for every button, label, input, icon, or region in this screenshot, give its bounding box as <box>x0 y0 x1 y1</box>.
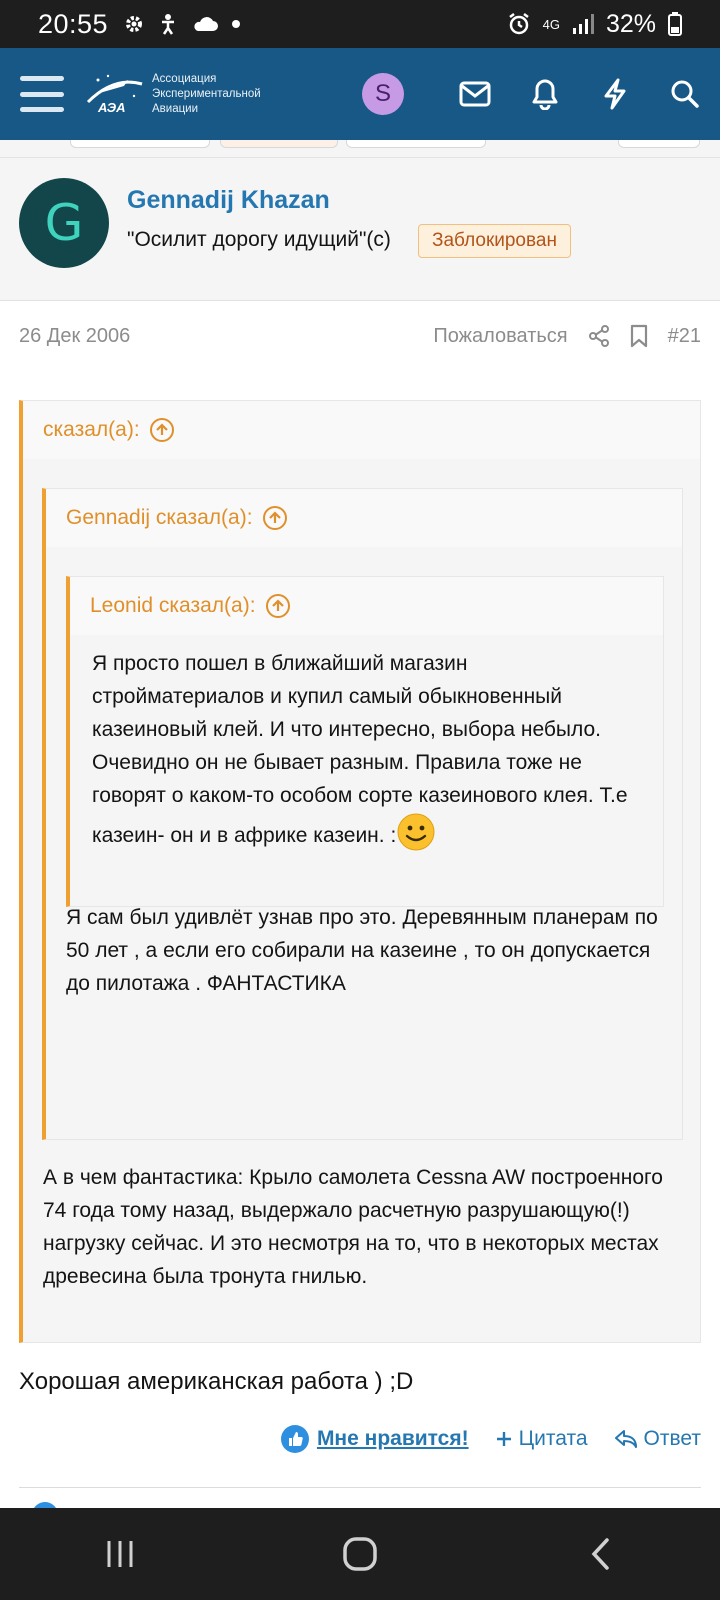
post-meta: 26 Дек 2006 Пожаловаться #21 <box>19 316 701 356</box>
logo-mark-icon: АЭА <box>86 74 143 115</box>
plus-icon <box>496 1432 511 1446</box>
logo-mark-text: АЭА <box>97 100 125 115</box>
app-header: АЭА Ассоциация Экспериментальной Авиации… <box>0 48 720 140</box>
author-title: "Осилит дорогу идущий"(с) <box>127 228 391 251</box>
recent-apps-icon[interactable] <box>60 1508 180 1600</box>
bell-icon[interactable] <box>510 48 580 140</box>
bolt-icon[interactable] <box>580 48 650 140</box>
home-icon[interactable] <box>300 1508 420 1600</box>
post-body-text: Хорошая американская работа ) ;D <box>19 1368 414 1395</box>
quote-header-middle[interactable]: Gennadij сказал(а): <box>46 489 682 547</box>
search-icon[interactable] <box>650 48 720 140</box>
status-badge: Заблокирован <box>418 224 571 258</box>
post-date[interactable]: 26 Дек 2006 <box>19 325 130 348</box>
like-button[interactable]: Мне нравится! <box>280 1425 469 1453</box>
accessibility-icon <box>162 14 175 35</box>
status-time: 20:55 <box>38 8 109 39</box>
tab-strip <box>0 140 720 158</box>
dot-icon <box>232 20 241 28</box>
post-author-block: G Gennadij Khazan "Осилит дорогу идущий"… <box>0 158 720 301</box>
cloud-icon <box>194 17 219 31</box>
reply-icon <box>614 1430 637 1448</box>
quote-header-outer[interactable]: сказал(а): <box>23 401 700 459</box>
thumbs-up-icon <box>280 1425 309 1453</box>
author-name[interactable]: Gennadij Khazan <box>127 186 330 215</box>
logo-text: Ассоциация Экспериментальной Авиации <box>152 72 261 115</box>
site-logo[interactable]: АЭА Ассоциация Экспериментальной Авиации <box>84 72 261 117</box>
arrow-up-icon[interactable] <box>262 506 287 530</box>
battery-icon <box>668 12 682 36</box>
author-avatar[interactable]: G <box>19 178 109 268</box>
alarm-icon <box>508 13 529 35</box>
network-type: 4G <box>542 16 560 32</box>
battery-percent: 32% <box>605 9 656 38</box>
post-actions: Мне нравится! Цитата Ответ <box>280 1425 701 1453</box>
signal-icon <box>572 14 594 34</box>
post-divider <box>19 1487 701 1488</box>
bookmark-icon[interactable] <box>630 324 648 348</box>
arrow-up-icon[interactable] <box>149 418 174 442</box>
menu-icon[interactable] <box>20 76 64 112</box>
report-link[interactable]: Пожаловаться <box>433 325 567 348</box>
user-avatar[interactable]: S <box>362 73 404 115</box>
system-nav-bar <box>0 1508 720 1600</box>
reply-button[interactable]: Ответ <box>614 1427 701 1451</box>
back-icon[interactable] <box>540 1508 660 1600</box>
post-number[interactable]: #21 <box>668 325 701 348</box>
quote-block-inner: Leonid сказал(а): Я просто пошел в ближа… <box>66 576 664 907</box>
quote-text-outer: А в чем фантастика: Крыло самолета Cessn… <box>43 1166 663 1288</box>
inbox-icon[interactable] <box>440 48 510 140</box>
smiley-icon <box>397 813 435 851</box>
status-bar: 20:55 4G 32% <box>0 0 720 48</box>
share-icon[interactable] <box>588 325 610 347</box>
settings-icon <box>126 16 143 32</box>
quote-button[interactable]: Цитата <box>495 1427 588 1451</box>
quote-text-inner: Я просто пошел в ближайший магазин строй… <box>70 635 663 852</box>
quote-header-inner[interactable]: Leonid сказал(а): <box>70 577 663 635</box>
arrow-up-icon[interactable] <box>265 594 290 618</box>
